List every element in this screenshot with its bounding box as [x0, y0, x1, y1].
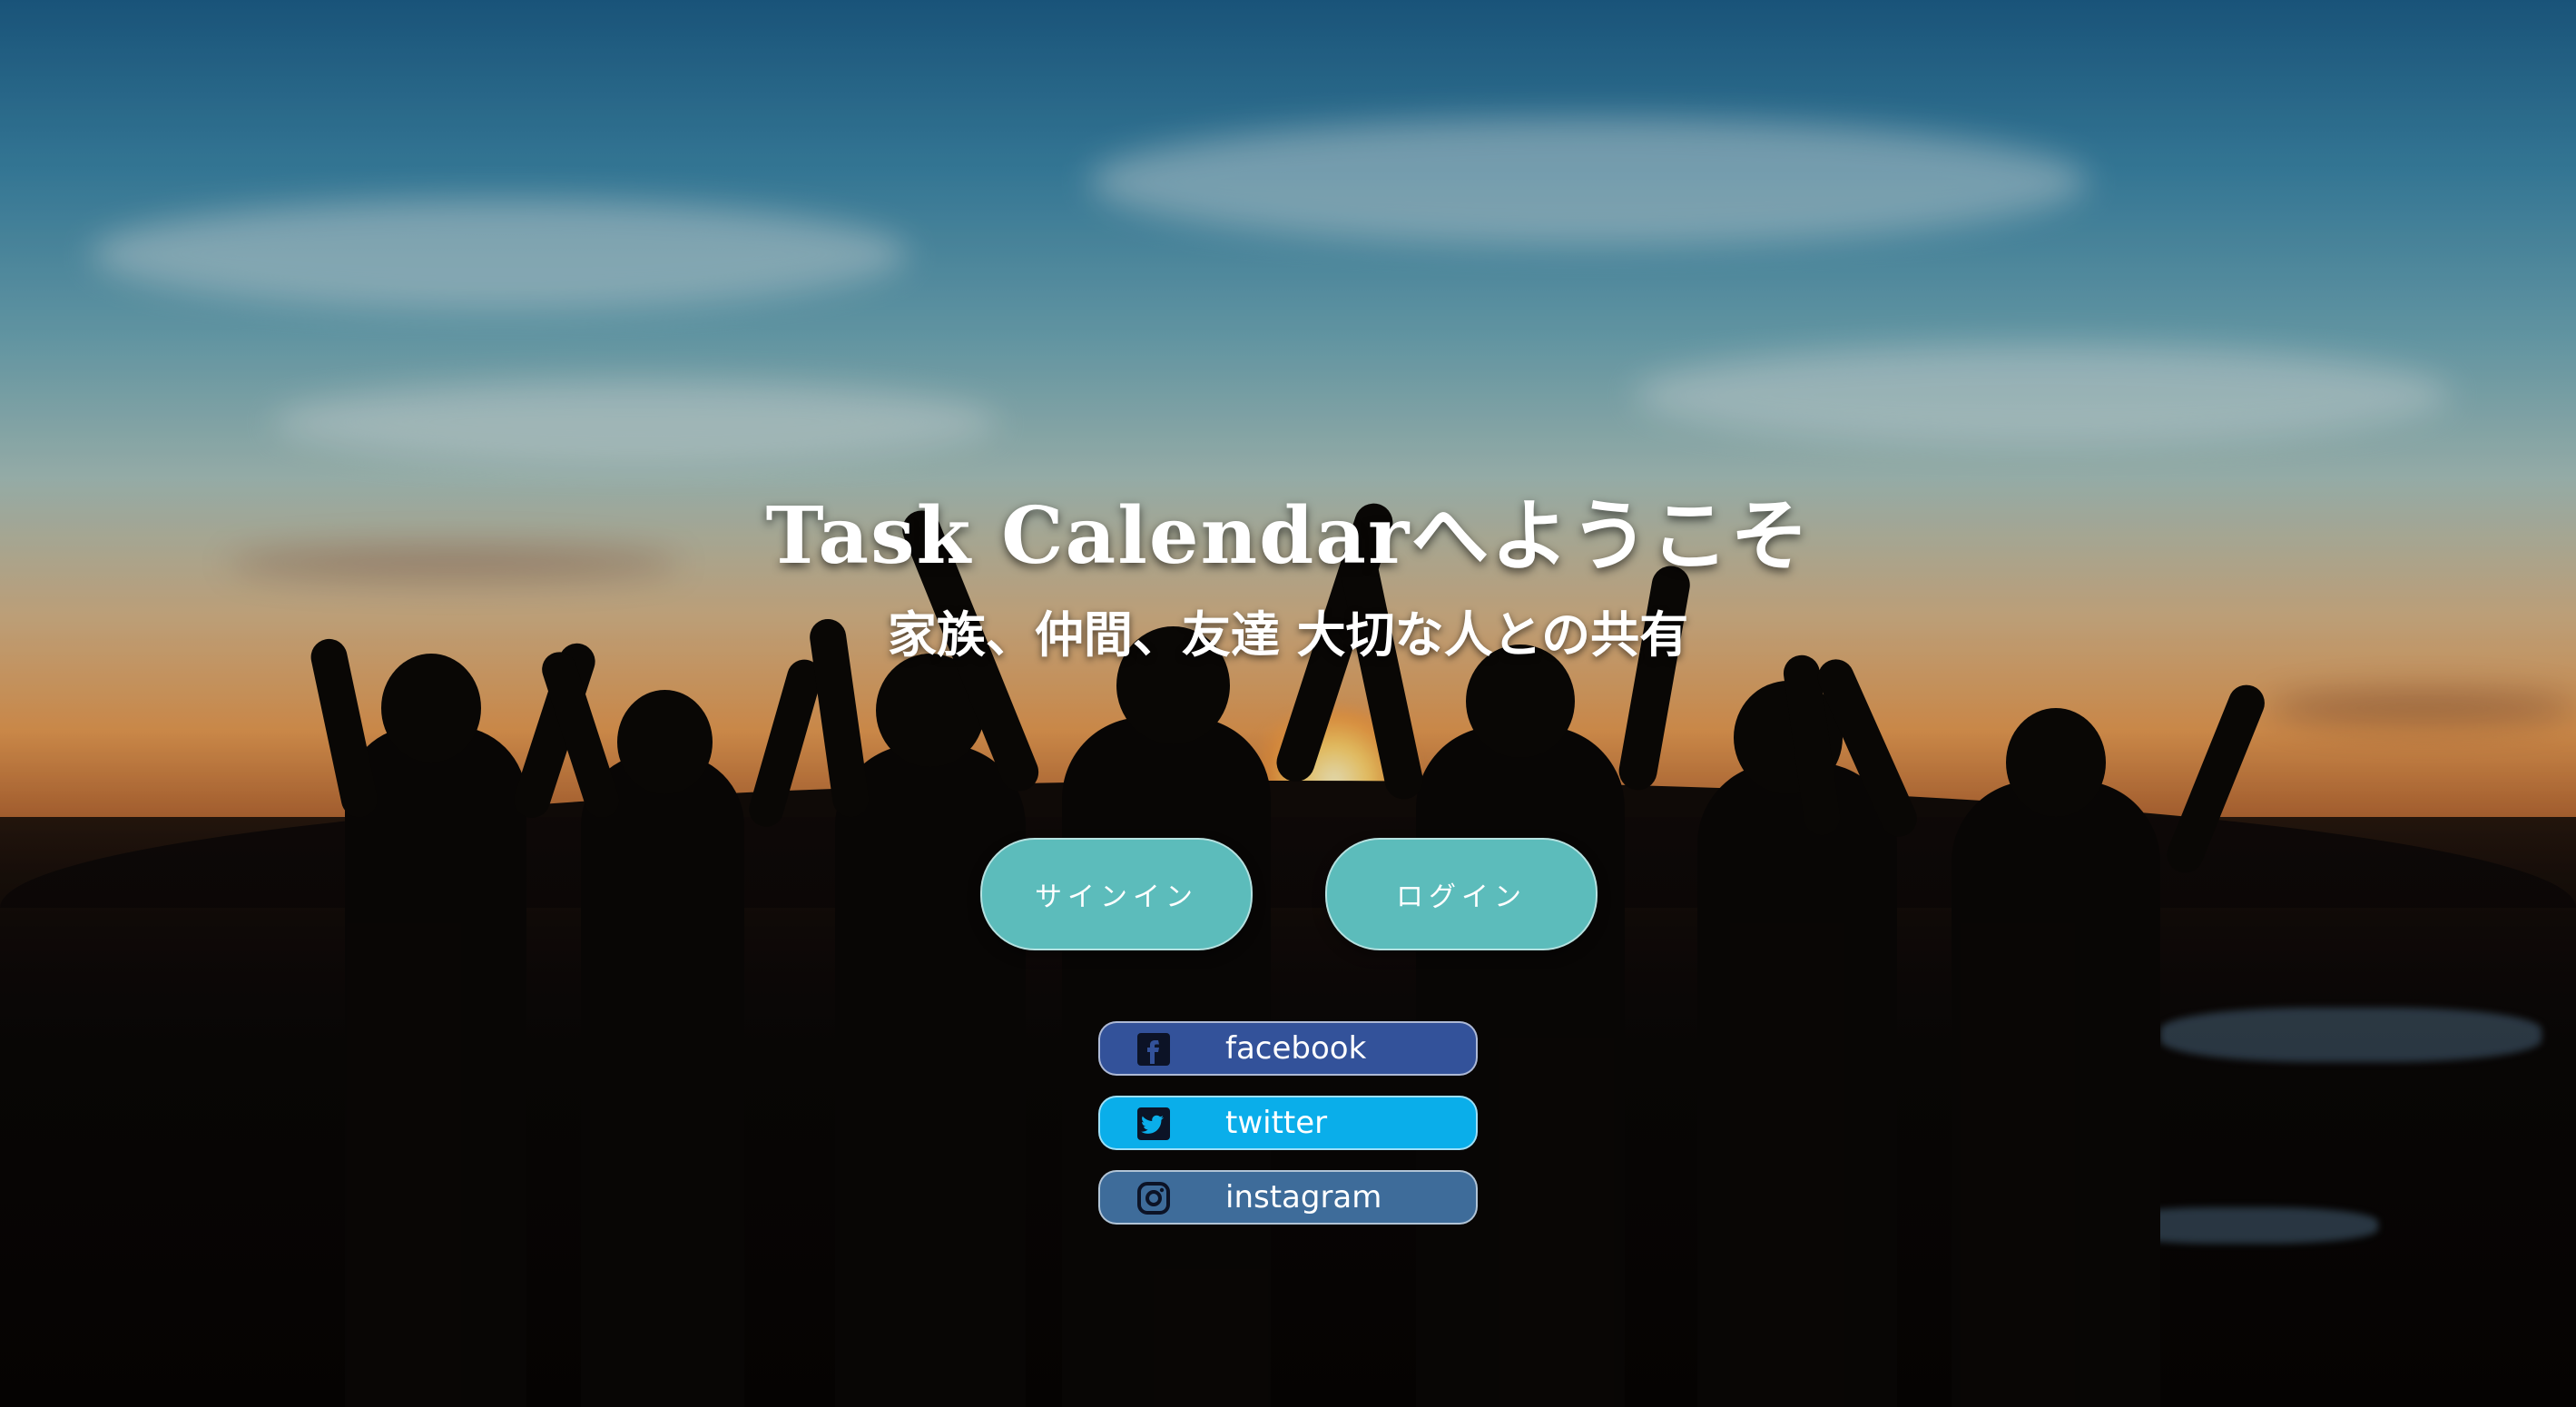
page-title: Task Calendarへようこそ — [765, 490, 1811, 582]
signin-button[interactable]: サインイン — [980, 838, 1253, 950]
twitter-icon — [1136, 1107, 1171, 1141]
facebook-icon — [1136, 1032, 1171, 1067]
facebook-login-button[interactable]: facebook — [1098, 1021, 1478, 1076]
twitter-login-button[interactable]: twitter — [1098, 1096, 1478, 1150]
twitter-label: twitter — [1225, 1105, 1328, 1141]
page-subtitle: 家族、仲間、友達 大切な人との共有 — [887, 605, 1689, 664]
facebook-label: facebook — [1225, 1030, 1367, 1067]
instagram-icon — [1136, 1181, 1171, 1215]
instagram-label: instagram — [1225, 1179, 1382, 1215]
landing-content: Task Calendarへようこそ 家族、仲間、友達 大切な人との共有 サイン… — [0, 0, 2576, 1407]
instagram-login-button[interactable]: instagram — [1098, 1170, 1478, 1225]
login-button[interactable]: ログイン — [1325, 838, 1598, 950]
